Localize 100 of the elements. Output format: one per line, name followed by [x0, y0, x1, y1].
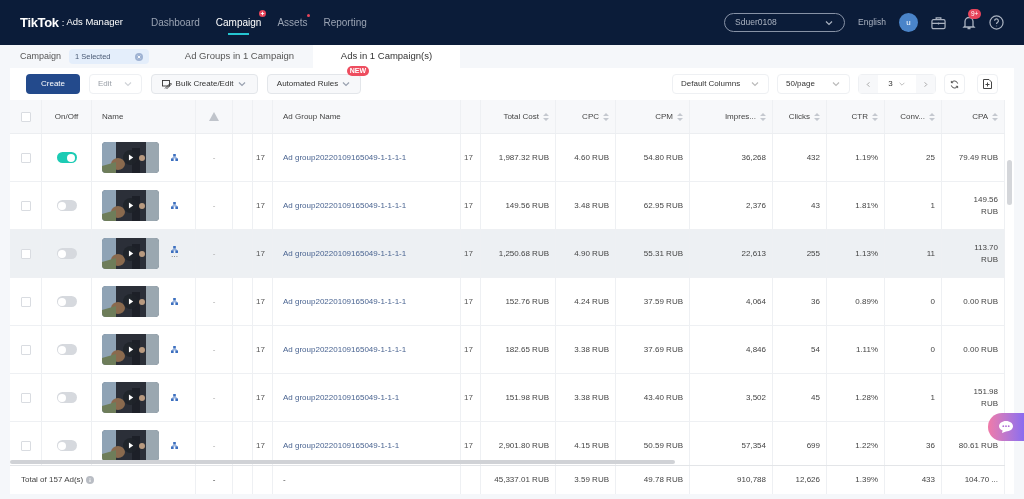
help-icon[interactable]	[989, 15, 1004, 30]
automated-rules-button[interactable]: Automated Rules	[267, 74, 361, 94]
column-header: On/Off	[54, 110, 79, 123]
table-cell: 54	[811, 343, 820, 356]
logo-subtitle: :	[61, 15, 65, 30]
toggle-switch[interactable]	[56, 392, 77, 403]
table-cell: 4,846	[745, 343, 766, 356]
table-row[interactable]: - 17 Ad group20220109165049-1-1-1-1 17 152.76 RUB 4.24 RUB 37.59 RUB 4,064 36 0.89% 0 0.00 RUB	[10, 278, 1005, 326]
row-checkbox[interactable]	[20, 200, 31, 211]
table-cell: 1.22%	[855, 439, 878, 452]
toggle-switch[interactable]	[56, 296, 77, 307]
select-all-checkbox[interactable]	[20, 111, 31, 122]
hierarchy-icon[interactable]	[171, 202, 178, 209]
column-header[interactable]: Conv...	[900, 110, 925, 123]
sort-icon[interactable]	[543, 112, 549, 121]
briefcase-icon[interactable]	[931, 15, 946, 30]
hierarchy-icon[interactable]	[171, 442, 178, 449]
ad-group-link[interactable]: Ad group20220109165049-1-1-1	[283, 439, 400, 452]
table-cell: 149.56 RUB	[505, 199, 549, 212]
table-row[interactable]: - 17 Ad group20220109165049-1-1-1 17 151.98 RUB 3.38 RUB 43.40 RUB 3,502 45 1.28% 1 151.98 RUB	[10, 374, 1005, 422]
table-cell: 17	[256, 439, 265, 452]
nav-link[interactable]: Dashboard	[150, 0, 200, 45]
table-cell: 17	[256, 295, 265, 308]
ad-group-link[interactable]: Ad group20220109165049-1-1-1-1	[283, 199, 407, 212]
tab[interactable]: Ads in 1 Campaign(s)	[313, 45, 460, 68]
row-checkbox[interactable]	[20, 152, 31, 163]
ad-group-link[interactable]: Ad group20220109165049-1-1-1-1	[283, 151, 407, 164]
clear-icon[interactable]	[135, 52, 144, 61]
logo-subtitle: Ads Manager	[66, 15, 123, 30]
user-avatar[interactable]: u	[899, 13, 918, 32]
column-header: Name	[102, 110, 124, 123]
table-row[interactable]: - 17 Ad group20220109165049-1-1-1-1 17 149.56 RUB 3.48 RUB 62.95 RUB 2,376 43 1.81% 1 149.56 RUB	[10, 182, 1005, 230]
table-row[interactable]: - 17 Ad group20220109165049-1-1-1-1 17 182.65 RUB 3.38 RUB 37.69 RUB 4,846 54 1.11% 0 0.00 RUB	[10, 326, 1005, 374]
logo[interactable]: TikTok	[20, 12, 59, 33]
hierarchy-icon[interactable]	[171, 346, 178, 353]
sort-icon[interactable]	[603, 112, 609, 121]
hierarchy-icon[interactable]	[171, 394, 178, 401]
column-header[interactable]: CPM	[655, 110, 673, 123]
create-button[interactable]: Create	[26, 74, 80, 94]
hierarchy-icon[interactable]	[171, 246, 178, 253]
language-link[interactable]: English	[858, 16, 886, 29]
vertical-scrollbar[interactable]	[1007, 160, 1012, 205]
sort-icon[interactable]	[760, 112, 766, 121]
table-cell-text: 149.56 RUB	[972, 193, 998, 218]
column-header[interactable]: Total Cost	[503, 110, 539, 123]
table-cell: 79.49 RUB	[958, 151, 998, 164]
nav-link[interactable]: Reporting	[323, 0, 367, 45]
table-cell: 1.11%	[855, 343, 878, 356]
toggle-switch[interactable]	[56, 344, 77, 355]
table-cell: 152.76 RUB	[505, 295, 549, 308]
row-checkbox[interactable]	[20, 248, 31, 259]
toggle-switch[interactable]	[56, 200, 77, 211]
table-cell: 4.24 RUB	[574, 295, 609, 308]
toggle-switch[interactable]	[56, 152, 77, 163]
plus-badge-icon	[259, 10, 267, 17]
sort-icon[interactable]	[992, 112, 998, 121]
row-checkbox[interactable]	[20, 296, 31, 307]
row-checkbox[interactable]	[20, 392, 31, 403]
warning-icon	[209, 112, 219, 121]
ad-group-link[interactable]: Ad group20220109165049-1-1-1-1	[283, 247, 407, 260]
hierarchy-icon[interactable]	[171, 154, 178, 161]
ad-group-link[interactable]: Ad group20220109165049-1-1-1-1	[283, 343, 407, 356]
table-cell: 80.61 RUB	[958, 439, 998, 452]
table-row[interactable]: - 17 Ad group20220109165049-1-1-1-1 17 1,987.32 RUB 4.60 RUB 54.80 RUB 36,268 432 1.19% 25 79.49 RUB	[10, 134, 1005, 182]
export-button[interactable]	[977, 74, 998, 94]
sort-icon[interactable]	[677, 112, 683, 121]
nav-link[interactable]: Assets	[277, 0, 308, 45]
column-header[interactable]: Impres...	[724, 110, 756, 123]
table-cell: 17	[256, 343, 265, 356]
columns-select[interactable]: Default Columns	[672, 74, 769, 94]
sort-icon[interactable]	[929, 112, 935, 121]
sort-icon[interactable]	[872, 112, 878, 121]
table-cell: 0.89%	[855, 295, 878, 308]
toggle-switch[interactable]	[56, 440, 77, 451]
chat-button[interactable]	[988, 413, 1024, 441]
sort-icon[interactable]	[814, 112, 820, 121]
column-header[interactable]: CTR	[851, 110, 868, 123]
tab[interactable]: Ad Groups in 1 Campaign	[166, 45, 313, 68]
refresh-button[interactable]	[944, 74, 965, 94]
column-header[interactable]: CPC	[582, 110, 599, 123]
column-header[interactable]: Clicks	[788, 110, 810, 123]
bulk-edit-button[interactable]: Bulk Create/Edit	[151, 74, 258, 94]
page-size-select[interactable]: 50/page	[777, 74, 850, 94]
ad-group-link[interactable]: Ad group20220109165049-1-1-1-1	[283, 295, 407, 308]
bell-icon[interactable]	[962, 15, 976, 30]
table-cell: 1.13%	[855, 247, 878, 260]
total-label: Total of 157 Ad(s)	[21, 474, 84, 486]
table-cell: 910,788	[737, 474, 766, 486]
ad-group-link[interactable]: Ad group20220109165049-1-1-1	[283, 391, 400, 404]
chat-icon	[999, 421, 1013, 433]
toggle-switch[interactable]	[56, 248, 77, 259]
row-checkbox[interactable]	[20, 344, 31, 355]
info-icon[interactable]	[86, 476, 95, 484]
table-cell: 50.59 RUB	[643, 439, 683, 452]
row-checkbox[interactable]	[20, 440, 31, 451]
nav-link[interactable]: Campaign	[215, 0, 262, 45]
column-header[interactable]: CPA	[972, 110, 988, 123]
table-cell: 3.48 RUB	[574, 199, 609, 212]
tab[interactable]: Campaign	[20, 49, 62, 64]
hierarchy-icon[interactable]	[171, 298, 178, 305]
